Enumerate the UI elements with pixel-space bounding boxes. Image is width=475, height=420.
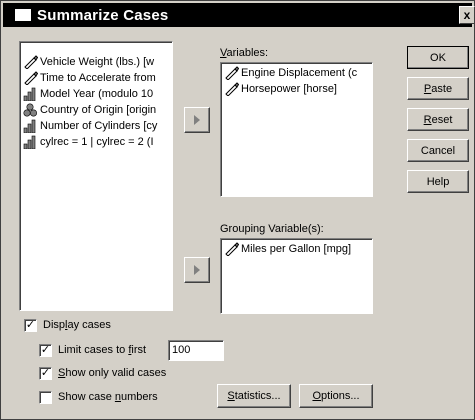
variables-list[interactable]: Engine Displacement (c Horsepower [horse] (220, 62, 373, 197)
arrow-right-icon (194, 115, 200, 125)
source-variable-item[interactable]: Country of Origin [origin (20, 102, 172, 118)
case-numbers-checkbox[interactable] (39, 391, 52, 404)
close-button[interactable]: x (459, 6, 475, 24)
checkmark-icon: ✓ (40, 367, 51, 379)
display-cases-label: Display cases (43, 319, 111, 331)
display-cases-checkbox[interactable]: ✓ (24, 319, 37, 332)
window-title: Summarize Cases (37, 7, 169, 24)
variable-label: Time to Accelerate from (40, 72, 156, 84)
variable-label: Model Year (modulo 10 (40, 88, 154, 100)
variable-label: Engine Displacement (c (241, 67, 358, 79)
move-to-variables-button[interactable] (184, 107, 210, 133)
scale-icon (23, 55, 39, 70)
limit-cases-input[interactable]: 100 (168, 340, 224, 361)
variable-label: cylrec = 1 | cylrec = 2 (I (40, 136, 154, 148)
variable-label: Miles per Gallon [mpg] (241, 243, 352, 255)
cancel-button[interactable]: Cancel (407, 139, 469, 162)
help-button[interactable]: Help (407, 170, 469, 193)
reset-button[interactable]: Reset (407, 108, 469, 131)
variable-label: Vehicle Weight (lbs.) [w (40, 56, 155, 68)
valid-cases-checkbox[interactable]: ✓ (39, 367, 52, 380)
ordinal-icon (23, 135, 38, 150)
move-to-grouping-button[interactable] (184, 257, 210, 283)
ok-button[interactable]: OK (407, 46, 469, 69)
arrow-right-icon (194, 265, 200, 275)
options-button[interactable]: Options... (299, 384, 373, 408)
scale-icon (224, 242, 240, 257)
grouping-variable-item[interactable]: Miles per Gallon [mpg] (221, 241, 372, 257)
limit-cases-label: Limit cases to first (58, 344, 147, 356)
source-variable-item[interactable]: cylrec = 1 | cylrec = 2 (I (20, 134, 172, 150)
case-numbers-label: Show case numbers (58, 391, 158, 403)
variable-label: Horsepower [horse] (241, 83, 337, 95)
scale-icon (224, 66, 240, 81)
variables-label: Variables: (220, 47, 269, 59)
source-variable-item[interactable]: Vehicle Weight (lbs.) [w (20, 54, 172, 70)
ordinal-icon (23, 87, 38, 102)
grouping-variables-list[interactable]: Miles per Gallon [mpg] (220, 238, 373, 314)
scale-icon (23, 71, 39, 86)
source-variable-item[interactable]: Number of Cylinders [cy (20, 118, 172, 134)
checkmark-icon: ✓ (40, 344, 51, 356)
statistics-button[interactable]: Statistics... (217, 384, 291, 408)
limit-cases-checkbox[interactable]: ✓ (39, 344, 52, 357)
grouping-label: Grouping Variable(s): (220, 223, 324, 235)
nominal-icon (23, 103, 38, 117)
selected-variable-item[interactable]: Engine Displacement (c (221, 65, 372, 81)
source-variable-item[interactable]: Time to Accelerate from (20, 70, 172, 86)
title-bar[interactable]: Summarize Cases x (3, 3, 475, 27)
source-variable-item[interactable]: Model Year (modulo 10 (20, 86, 172, 102)
checkmark-icon: ✓ (25, 319, 36, 331)
selected-variable-item[interactable]: Horsepower [horse] (221, 81, 372, 97)
ordinal-icon (23, 119, 38, 134)
variable-label: Number of Cylinders [cy (40, 120, 158, 132)
valid-cases-label: Show only valid cases (58, 367, 167, 379)
paste-button[interactable]: Paste (407, 77, 469, 100)
window-icon (15, 9, 31, 21)
scale-icon (224, 82, 240, 97)
source-variable-list[interactable]: Vehicle Weight (lbs.) [w Time to Accelera… (19, 41, 173, 311)
summarize-cases-dialog: Summarize Cases x Vehicle Weight (lbs.) … (0, 0, 475, 420)
variable-label: Country of Origin [origin (40, 104, 157, 116)
